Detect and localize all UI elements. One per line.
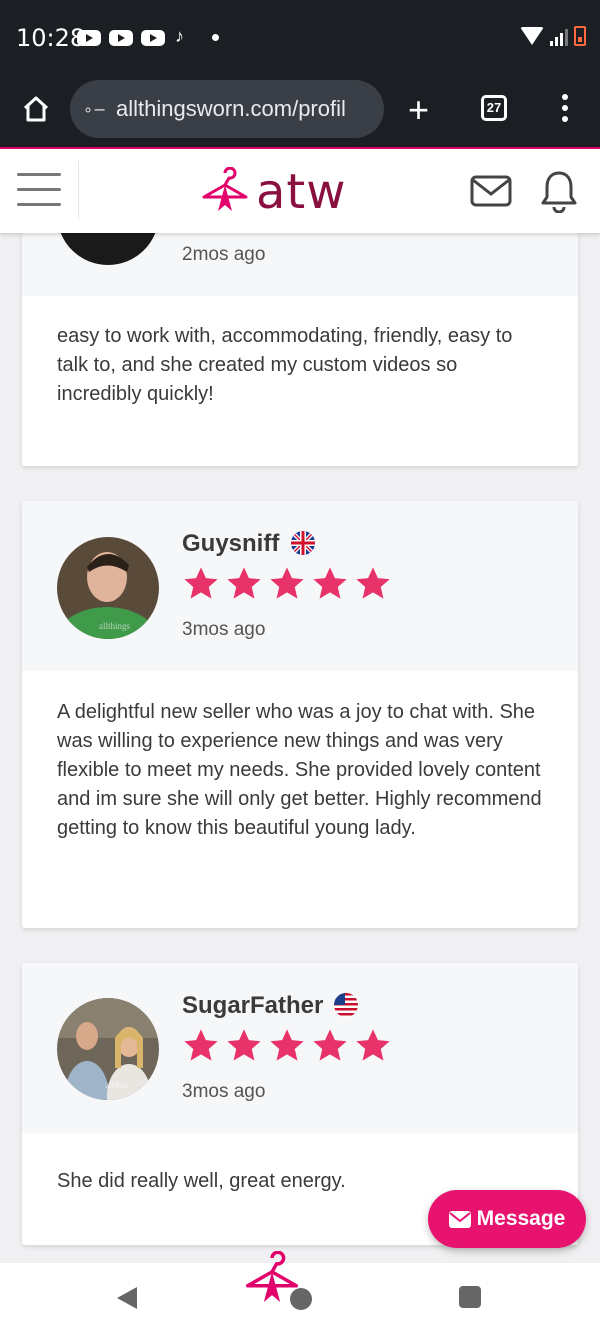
review-header: allthings Guysniff 3mos ago bbox=[22, 501, 578, 671]
hamburger-menu-icon[interactable] bbox=[17, 173, 61, 218]
star-icon bbox=[184, 567, 218, 599]
reviewer-avatar[interactable]: allthin bbox=[57, 998, 159, 1100]
star-icon bbox=[356, 1029, 390, 1061]
review-header: allthin SugarFather 3mos ago bbox=[22, 963, 578, 1133]
browser-toolbar: ∘− allthingsworn.com/profil + 27 bbox=[0, 75, 600, 147]
sound-icon: ♪ bbox=[175, 26, 184, 46]
review-time: 2mos ago bbox=[182, 244, 266, 265]
avatar-watermark: allthings bbox=[99, 621, 130, 631]
reviewer-name[interactable]: SugarFather bbox=[182, 992, 323, 1020]
envelope-icon bbox=[448, 1210, 471, 1228]
star-icon bbox=[227, 1029, 261, 1061]
hanger-logo-icon bbox=[202, 167, 248, 211]
site-logo[interactable]: atw bbox=[200, 163, 347, 221]
reviewer-name[interactable]: Guysniff bbox=[182, 530, 279, 558]
more-notifications-dot-icon bbox=[212, 34, 219, 41]
star-icon bbox=[356, 567, 390, 599]
bell-icon[interactable] bbox=[540, 169, 578, 213]
uk-flag-icon bbox=[291, 531, 315, 555]
review-card: 2mos ago easy to work with, accommodatin… bbox=[22, 233, 578, 466]
reviewer-photo: allthings bbox=[57, 537, 159, 639]
youtube-notification-icon bbox=[109, 30, 133, 46]
new-tab-icon[interactable]: + bbox=[408, 89, 429, 131]
system-nav-bar bbox=[0, 1251, 600, 1333]
logo-text: atw bbox=[256, 164, 347, 220]
site-settings-icon[interactable]: ∘− bbox=[83, 100, 106, 119]
tab-switcher-button[interactable]: 27 bbox=[481, 95, 507, 121]
back-icon[interactable] bbox=[117, 1287, 137, 1309]
signal-icon bbox=[550, 26, 568, 46]
site-header: atw bbox=[0, 147, 600, 233]
avatar-watermark: allthin bbox=[105, 1080, 128, 1090]
reviews-list: 2mos ago easy to work with, accommodatin… bbox=[0, 233, 600, 1263]
header-divider bbox=[78, 161, 79, 219]
status-time: 10:28 bbox=[16, 24, 86, 52]
message-button[interactable]: Message bbox=[428, 1190, 586, 1248]
star-icon bbox=[227, 567, 261, 599]
review-text: A delightful new seller who was a joy to… bbox=[57, 701, 542, 839]
star-icon bbox=[270, 1029, 304, 1061]
address-bar[interactable]: ∘− allthingsworn.com/profil bbox=[70, 80, 384, 138]
rating-stars bbox=[182, 1027, 392, 1065]
url-text[interactable]: allthingsworn.com/profil bbox=[116, 96, 376, 122]
rating-stars bbox=[182, 565, 392, 603]
youtube-notification-icon bbox=[141, 30, 165, 46]
star-icon bbox=[313, 1029, 347, 1061]
review-text: easy to work with, accommodating, friend… bbox=[57, 325, 513, 405]
more-options-icon[interactable] bbox=[562, 94, 568, 127]
message-button-label: Message bbox=[476, 1207, 566, 1230]
battery-icon bbox=[574, 26, 586, 46]
status-bar: 10:28 ♪ bbox=[0, 0, 600, 75]
reviewer-photo: allthin bbox=[57, 998, 159, 1100]
wifi-icon bbox=[520, 27, 544, 45]
star-icon bbox=[184, 1029, 218, 1061]
mail-icon[interactable] bbox=[470, 175, 512, 207]
star-icon bbox=[313, 567, 347, 599]
youtube-notification-icon bbox=[77, 30, 101, 46]
review-time: 3mos ago bbox=[182, 619, 266, 640]
us-flag-icon bbox=[334, 993, 358, 1017]
reviewer-avatar[interactable] bbox=[57, 233, 159, 265]
reviewer-avatar[interactable]: allthings bbox=[57, 537, 159, 639]
star-icon bbox=[270, 567, 304, 599]
recent-apps-icon[interactable] bbox=[459, 1286, 481, 1308]
review-time: 3mos ago bbox=[182, 1081, 266, 1102]
review-card: allthings Guysniff 3mos ago A delightful… bbox=[22, 501, 578, 928]
review-header: 2mos ago bbox=[22, 233, 578, 296]
home-button-icon[interactable] bbox=[290, 1288, 312, 1310]
home-icon[interactable] bbox=[22, 95, 50, 123]
